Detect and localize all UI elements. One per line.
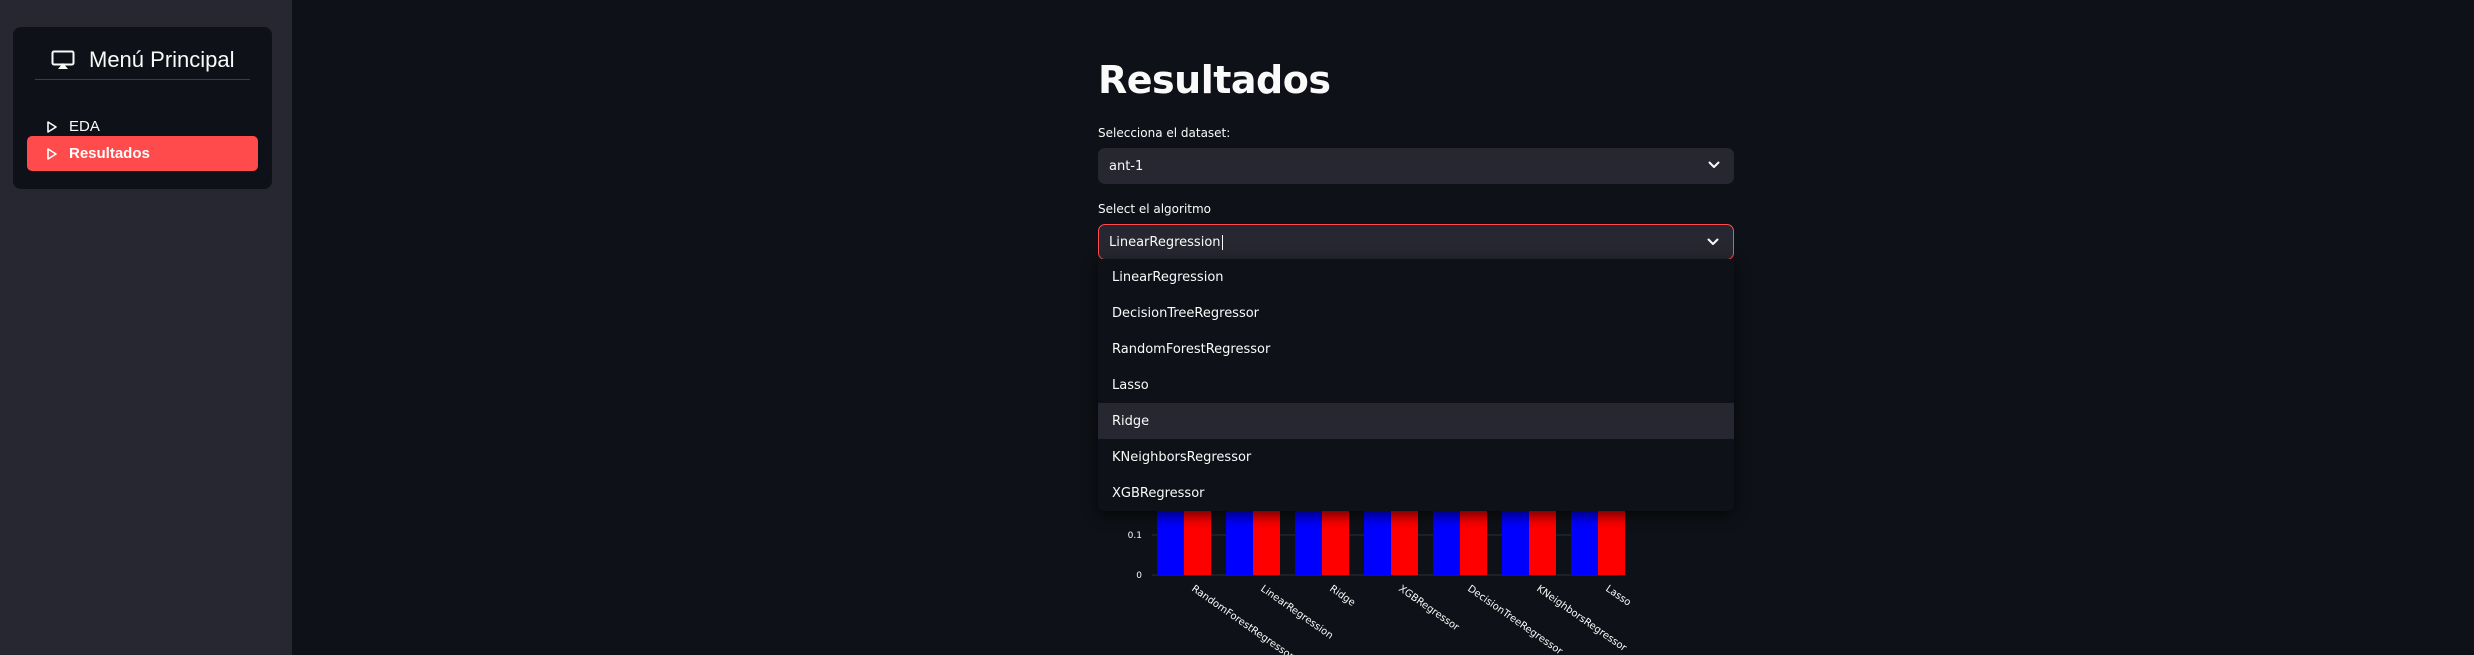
dropdown-option[interactable]: Ridge [1098,403,1734,439]
dropdown-option[interactable]: RandomForestRegressor [1098,331,1734,367]
dropdown-option[interactable]: LinearRegression [1098,259,1734,295]
menu-title: Menú Principal [89,47,235,72]
algorithm-dropdown: LinearRegression DecisionTreeRegressor R… [1098,259,1734,511]
ytick-label: 0 [1136,571,1142,581]
menu-header: Menú Principal [35,41,250,80]
dropdown-option[interactable]: DecisionTreeRegressor [1098,295,1734,331]
play-icon [47,147,57,160]
algorithm-select-value[interactable]: LinearRegression [1109,235,1221,250]
chevron-down-icon [1707,238,1719,245]
algorithm-select[interactable]: LinearRegression [1098,224,1734,260]
dropdown-option[interactable]: Lasso [1098,367,1734,403]
sidebar: Menú Principal EDA Resultados [0,0,292,655]
page-title: Resultados [1098,58,1331,102]
chevron-down-icon [1708,161,1720,168]
cast-icon [51,50,75,69]
xtick-label: XGBRegressor [1396,583,1461,633]
sidebar-item-resultados[interactable]: Resultados [27,136,258,171]
play-icon [47,120,57,133]
dataset-select-value: ant-1 [1109,158,1144,174]
sidebar-item-label: EDA [69,118,100,135]
dataset-select-label: Selecciona el dataset: [1098,126,1231,140]
ytick-label: 0.1 [1128,531,1142,541]
main-menu: Menú Principal EDA Resultados [13,27,272,189]
xtick-label: Lasso [1603,583,1632,608]
dropdown-option[interactable]: XGBRegressor [1098,475,1734,511]
xtick-label: Ridge [1327,583,1357,608]
dropdown-option[interactable]: KNeighborsRegressor [1098,439,1734,475]
sidebar-item-label: Resultados [69,145,150,162]
xtick-label: LinearRegression [1258,583,1335,641]
text-caret [1221,234,1223,250]
dataset-select[interactable]: ant-1 [1098,148,1734,184]
algorithm-select-label: Select el algoritmo [1098,202,1212,216]
